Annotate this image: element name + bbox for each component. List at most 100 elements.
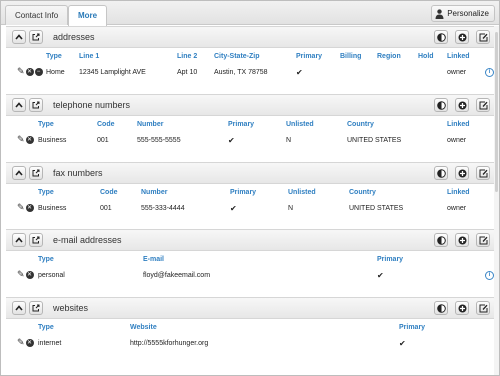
col-header-primary: Primary	[399, 324, 426, 331]
plus-icon[interactable]	[455, 98, 469, 112]
col-header-primary: Primary	[230, 189, 257, 196]
plus-icon[interactable]	[455, 30, 469, 44]
plus-icon[interactable]	[455, 301, 469, 315]
window-frame: Contact Info More Personalize addresses	[0, 0, 500, 376]
col-header-code: Code	[97, 121, 115, 128]
cell-linked: owner	[447, 69, 467, 76]
contrast-icon[interactable]	[434, 166, 448, 180]
section-telephone: telephone numbers Type Code Number Prima…	[6, 94, 494, 162]
cell-linked: owner	[447, 137, 467, 144]
contrast-icon[interactable]	[434, 233, 448, 247]
cell-line1: 12345 Lamplight AVE	[79, 69, 146, 76]
cell-primary-check: ✔	[296, 68, 303, 77]
col-header-primary: Primary	[296, 53, 323, 60]
info-icon[interactable]: i	[485, 68, 494, 77]
plus-icon[interactable]	[455, 233, 469, 247]
chevron-up-icon[interactable]	[12, 98, 26, 112]
section-actions	[428, 166, 490, 180]
open-icon[interactable]	[29, 98, 43, 112]
section-actions	[428, 30, 490, 44]
section-header: telephone numbers	[6, 94, 494, 116]
pencil-icon[interactable]: ✎	[17, 135, 25, 144]
chevron-up-icon[interactable]	[12, 166, 26, 180]
cell-csz: Austin, TX 78758	[214, 69, 268, 76]
col-header-type: Type	[38, 121, 54, 128]
col-header-primary: Primary	[228, 121, 255, 128]
cell-primary-check: ✔	[230, 204, 237, 213]
contrast-icon[interactable]	[434, 98, 448, 112]
section-actions	[428, 233, 490, 247]
cell-primary-check: ✔	[399, 339, 406, 348]
section-body: Type Code Number Primary Unlisted Countr…	[6, 184, 494, 229]
pencil-icon[interactable]: ✎	[17, 203, 25, 212]
cell-website[interactable]: http://5555kforhunger.org	[130, 340, 208, 347]
scrollbar-thumb[interactable]	[495, 32, 498, 192]
section-header: addresses	[6, 26, 494, 48]
minus-icon[interactable]: −	[34, 67, 43, 76]
col-header-linked: Linked	[447, 189, 470, 196]
col-header-billing: Billing	[340, 53, 362, 60]
section-title: e-mail addresses	[53, 235, 122, 245]
person-icon	[435, 8, 444, 19]
col-header-email: E-mail	[143, 256, 165, 263]
open-icon[interactable]	[29, 30, 43, 44]
section-body: Type Code Number Primary Unlisted Countr…	[6, 116, 494, 162]
plus-icon[interactable]	[455, 166, 469, 180]
personalize-label: Personalize	[447, 9, 489, 18]
open-icon[interactable]	[29, 166, 43, 180]
chevron-up-icon[interactable]	[12, 233, 26, 247]
row-actions: ✎ ✕	[17, 135, 34, 144]
cell-type: Home	[46, 69, 65, 76]
chevron-up-icon[interactable]	[12, 301, 26, 315]
contrast-icon[interactable]	[434, 30, 448, 44]
col-header-linked: Linked	[447, 121, 470, 128]
cell-email: floyd@fakeemail.com	[143, 272, 211, 279]
col-header-line1: Line 1	[79, 53, 100, 60]
tab-contact-info[interactable]: Contact Info	[5, 5, 69, 25]
col-header-number: Number	[137, 121, 164, 128]
section-header: fax numbers	[6, 162, 494, 184]
pencil-icon[interactable]: ✎	[17, 338, 25, 347]
section-title: addresses	[53, 32, 95, 42]
contrast-icon[interactable]	[434, 301, 448, 315]
col-header-country: Country	[347, 121, 374, 128]
tab-more[interactable]: More	[68, 5, 108, 26]
open-icon[interactable]	[29, 301, 43, 315]
edit-icon[interactable]	[476, 30, 490, 44]
remove-icon[interactable]: ✕	[25, 67, 34, 76]
personalize-button[interactable]: Personalize	[431, 5, 495, 22]
pencil-icon[interactable]: ✎	[17, 270, 25, 279]
remove-icon[interactable]: ✕	[25, 338, 34, 347]
col-header-csz: City-State-Zip	[214, 53, 260, 60]
cell-line2: Apt 10	[177, 69, 198, 76]
remove-icon[interactable]: ✕	[25, 135, 34, 144]
col-header-hold: Hold	[418, 53, 434, 60]
open-icon[interactable]	[29, 233, 43, 247]
section-title: fax numbers	[53, 168, 103, 178]
section-header: websites	[6, 297, 494, 319]
col-header-website: Website	[130, 324, 157, 331]
vertical-scrollbar[interactable]	[494, 26, 499, 375]
edit-icon[interactable]	[476, 233, 490, 247]
row-actions: ✎ ✕	[17, 203, 34, 212]
cell-number: 555-333-4444	[141, 205, 185, 212]
col-header-number: Number	[141, 189, 168, 196]
chevron-up-icon[interactable]	[12, 30, 26, 44]
remove-icon[interactable]: ✕	[25, 270, 34, 279]
col-header-unlisted: Unlisted	[288, 189, 316, 196]
edit-icon[interactable]	[476, 98, 490, 112]
section-header: e-mail addresses	[6, 229, 494, 251]
section-body: Type E-mail Primary ✎ ✕ personal floyd@f…	[6, 251, 494, 297]
cell-type: Business	[38, 137, 67, 144]
section-body: Type Website Primary ✎ ✕ internet http:/…	[6, 319, 494, 359]
edit-icon[interactable]	[476, 166, 490, 180]
edit-icon[interactable]	[476, 301, 490, 315]
info-icon[interactable]: i	[485, 271, 494, 280]
remove-icon[interactable]: ✕	[25, 203, 34, 212]
cell-type: personal	[38, 272, 65, 279]
col-header-unlisted: Unlisted	[286, 121, 314, 128]
section-email: e-mail addresses Type E-mail Primary ✎ ✕…	[6, 229, 494, 297]
pencil-icon[interactable]: ✎	[17, 67, 25, 76]
row-actions: ✎ ✕ −	[17, 67, 43, 76]
cell-country: UNITED STATES	[349, 205, 404, 212]
